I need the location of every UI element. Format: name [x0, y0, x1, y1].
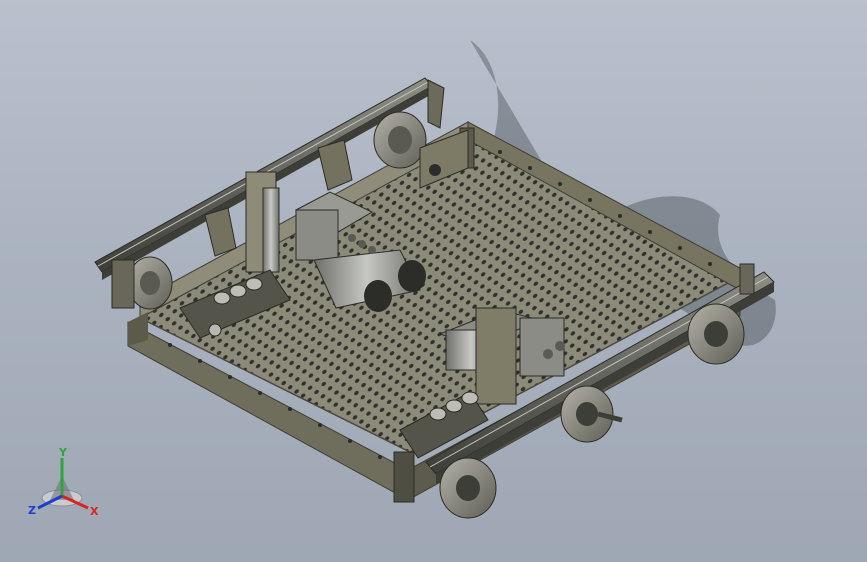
- right-wheel-1[interactable]: [439, 457, 497, 519]
- left-wheel-1[interactable]: [111, 256, 173, 310]
- z-axis-label: Z: [28, 504, 36, 517]
- rail-bracket-left-1[interactable]: [204, 207, 237, 257]
- right-wheel-2[interactable]: [560, 385, 623, 443]
- y-axis-label: Y: [58, 446, 68, 459]
- robot-chassis-model[interactable]: [0, 0, 867, 562]
- x-axis-label: X: [90, 505, 99, 518]
- cad-viewport[interactable]: Y X Z: [0, 0, 867, 562]
- view-orientation-triad[interactable]: Y X Z: [26, 446, 106, 526]
- rail-bracket-left-2[interactable]: [317, 139, 353, 191]
